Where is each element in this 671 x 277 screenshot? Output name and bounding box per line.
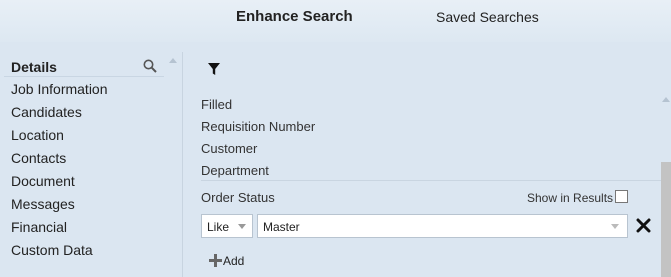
operator-value: Like (207, 220, 230, 234)
field-item-department[interactable]: Department (201, 163, 315, 185)
close-icon[interactable] (636, 218, 651, 233)
value-select[interactable]: Master (257, 214, 628, 238)
criterion-value: Master (263, 220, 300, 234)
list-item-location[interactable]: Location (11, 127, 108, 150)
field-item-customer[interactable]: Customer (201, 141, 315, 163)
top-tab-bar: Enhance Search Saved Searches (0, 0, 671, 42)
field-item-requisition-number[interactable]: Requisition Number (201, 119, 315, 141)
list-item-custom-data[interactable]: Custom Data (11, 242, 108, 265)
details-header: Details (4, 55, 164, 77)
details-scrollbar[interactable] (166, 52, 180, 277)
tab-saved-searches[interactable]: Saved Searches (436, 9, 539, 25)
show-in-results-label: Show in Results (527, 191, 614, 205)
plus-icon (208, 253, 223, 268)
field-list-divider (201, 180, 661, 181)
chevron-down-icon[interactable] (611, 224, 619, 229)
criteria-panel: Filled Requisition Number Customer Depar… (183, 52, 671, 277)
list-item-document[interactable]: Document (11, 173, 108, 196)
operator-select[interactable]: Like (201, 214, 253, 238)
list-item-contacts[interactable]: Contacts (11, 150, 108, 173)
list-item-candidates[interactable]: Candidates (11, 104, 108, 127)
tab-enhance-search[interactable]: Enhance Search (236, 8, 353, 25)
details-panel: Details Job Information Candidates Locat… (0, 52, 182, 277)
details-list: Job Information Candidates Location Cont… (11, 81, 108, 265)
filter-icon[interactable] (208, 62, 220, 75)
criterion-field-label: Order Status (201, 190, 275, 205)
scroll-up-icon[interactable] (169, 58, 177, 63)
list-item-financial[interactable]: Financial (11, 219, 108, 242)
scroll-up-icon[interactable] (662, 97, 670, 102)
list-item-messages[interactable]: Messages (11, 196, 108, 219)
scrollbar-thumb[interactable] (661, 162, 671, 277)
add-label: Add (223, 254, 245, 268)
search-icon[interactable] (142, 58, 158, 74)
chevron-down-icon[interactable] (238, 224, 246, 229)
list-item-job-information[interactable]: Job Information (11, 81, 108, 104)
show-in-results-checkbox[interactable] (615, 190, 628, 203)
field-list: Filled Requisition Number Customer Depar… (201, 97, 315, 185)
details-title: Details (11, 59, 57, 75)
field-item-filled[interactable]: Filled (201, 97, 315, 119)
